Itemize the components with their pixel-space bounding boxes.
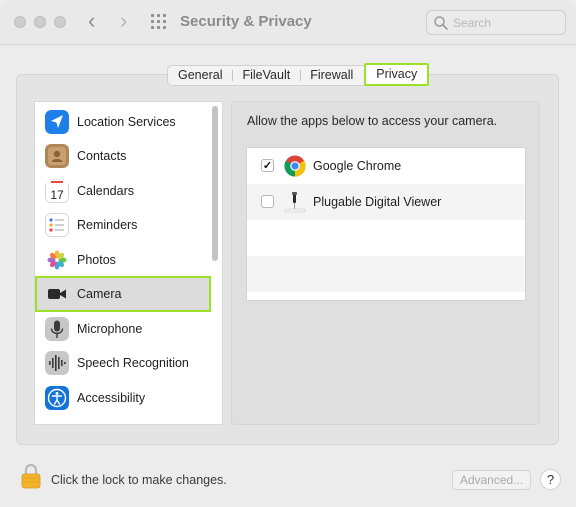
- list-item-label: Photos: [77, 253, 116, 267]
- app-row-google-chrome[interactable]: ✓ Google Chrome: [247, 148, 525, 184]
- google-chrome-checkbox[interactable]: ✓: [261, 159, 274, 172]
- title-bar: ‹ › Security & Privacy: [0, 0, 576, 45]
- tab-bar: General FileVault Firewall Privacy: [167, 63, 430, 86]
- list-item-accessibility[interactable]: Accessibility: [35, 381, 211, 415]
- contacts-book-icon: [45, 144, 69, 168]
- search-field[interactable]: [426, 10, 566, 35]
- list-item-calendars[interactable]: 17 Calendars: [35, 174, 211, 208]
- list-item-contacts[interactable]: Contacts: [35, 139, 211, 173]
- close-window-button[interactable]: [14, 16, 26, 28]
- search-icon: [434, 16, 448, 30]
- tab-firewall[interactable]: Firewall: [300, 66, 363, 85]
- calendar-icon: 17: [45, 179, 69, 203]
- list-item-speech-recognition[interactable]: Speech Recognition: [35, 346, 211, 380]
- forward-button[interactable]: ›: [120, 10, 127, 32]
- empty-row: [247, 220, 525, 256]
- tab-privacy[interactable]: Privacy: [364, 63, 430, 86]
- list-item-camera[interactable]: Camera: [35, 276, 211, 312]
- list-item-reminders[interactable]: Reminders: [35, 208, 211, 242]
- list-item-label: Speech Recognition: [77, 356, 189, 370]
- calendar-day-number: 17: [50, 188, 64, 202]
- minimize-window-button[interactable]: [34, 16, 46, 28]
- tab-general[interactable]: General: [168, 66, 232, 85]
- list-item-label: Accessibility: [77, 391, 146, 405]
- advanced-button[interactable]: Advanced...: [452, 470, 531, 490]
- microscope-icon: [284, 192, 306, 213]
- waveform-icon: [45, 351, 69, 375]
- list-item-label: Camera: [77, 287, 122, 301]
- list-item-label: Contacts: [77, 149, 127, 163]
- microphone-icon: [45, 317, 69, 341]
- search-input[interactable]: [453, 14, 561, 32]
- tab-filevault[interactable]: FileVault: [232, 66, 300, 85]
- lock-icon[interactable]: [21, 463, 41, 489]
- empty-row: [247, 256, 525, 292]
- reminders-list-icon: [45, 213, 69, 237]
- location-arrow-icon: [45, 110, 69, 134]
- video-camera-icon: [45, 282, 69, 306]
- window-title: Security & Privacy: [180, 13, 312, 30]
- list-item-microphone[interactable]: Microphone: [35, 312, 211, 346]
- plugable-digital-viewer-checkbox[interactable]: [261, 195, 274, 208]
- list-item-label: Location Services: [77, 115, 176, 129]
- photos-flower-icon: [45, 248, 69, 272]
- list-scrollbar[interactable]: [212, 106, 218, 261]
- list-item-location-services[interactable]: Location Services: [35, 105, 211, 139]
- zoom-window-button[interactable]: [54, 16, 66, 28]
- list-item-label: Calendars: [77, 184, 134, 198]
- app-name: Google Chrome: [313, 159, 402, 173]
- privacy-category-list[interactable]: Location Services Contacts 17 Calendars: [34, 101, 223, 425]
- list-item-label: Microphone: [77, 322, 143, 336]
- list-item-label: Reminders: [77, 218, 138, 232]
- security-privacy-window: ‹ › Security & Privacy General FileVault…: [0, 0, 576, 507]
- list-item-photos[interactable]: Photos: [35, 243, 211, 277]
- back-button[interactable]: ‹: [88, 10, 95, 32]
- show-all-grid-icon[interactable]: [151, 14, 167, 30]
- app-name: Plugable Digital Viewer: [313, 195, 442, 209]
- app-access-list[interactable]: ✓ Google Chrome Plugable Digital Viewer: [246, 147, 526, 301]
- lock-status-text: Click the lock to make changes.: [51, 473, 227, 487]
- accessibility-icon: [45, 386, 69, 410]
- chrome-icon: [284, 155, 306, 177]
- help-button[interactable]: ?: [540, 469, 561, 490]
- app-row-plugable-digital-viewer[interactable]: Plugable Digital Viewer: [247, 184, 525, 220]
- camera-access-heading: Allow the apps below to access your came…: [247, 114, 498, 128]
